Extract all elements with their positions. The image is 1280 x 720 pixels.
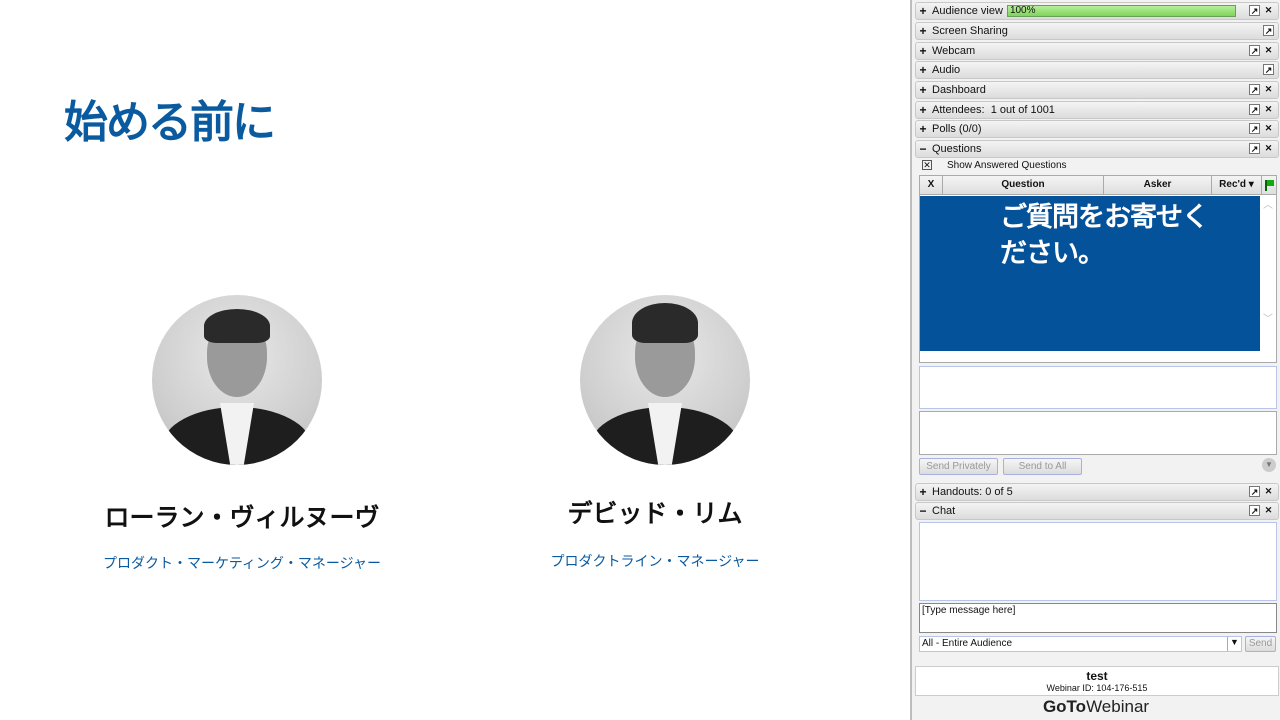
close-icon[interactable]: ✕ bbox=[1263, 104, 1274, 115]
section-polls[interactable]: + Polls (0/0) ↗ ✕ bbox=[915, 120, 1279, 138]
column-recd-label: Rec'd bbox=[1219, 179, 1247, 190]
section-chat[interactable]: − Chat ↗ ✕ bbox=[915, 502, 1279, 520]
webinar-id: Webinar ID: 104-176-515 bbox=[1046, 683, 1148, 693]
chat-send-button[interactable]: Send bbox=[1245, 636, 1276, 652]
close-icon[interactable]: ✕ bbox=[1263, 84, 1274, 95]
question-display-area bbox=[919, 366, 1277, 409]
popout-icon[interactable]: ↗ bbox=[1249, 505, 1260, 516]
section-questions[interactable]: − Questions ↗ ✕ bbox=[915, 140, 1279, 158]
webinar-name: test bbox=[1086, 669, 1108, 683]
section-audio[interactable]: + Audio ↗ bbox=[915, 61, 1279, 79]
chevron-down-icon[interactable]: ▼ bbox=[1227, 637, 1241, 651]
column-question[interactable]: Question bbox=[943, 176, 1104, 194]
speaker-name-2: デビッド・リム bbox=[567, 499, 743, 528]
send-privately-button[interactable]: Send Privately bbox=[919, 458, 998, 475]
section-label: Questions bbox=[932, 143, 982, 155]
logo-bold: GoTo bbox=[1042, 697, 1087, 716]
logo-light: Webinar bbox=[1086, 697, 1150, 716]
popout-icon[interactable]: ↗ bbox=[1249, 486, 1260, 497]
expand-icon[interactable]: + bbox=[918, 83, 928, 97]
answer-input[interactable] bbox=[919, 411, 1277, 455]
speaker-photo-1 bbox=[152, 295, 322, 465]
expand-icon[interactable]: + bbox=[918, 485, 928, 499]
speaker-role-1: プロダクト・マーケティング・マネージャー bbox=[103, 556, 381, 572]
section-attendees[interactable]: + Attendees: 1 out of 1001 ↗ ✕ bbox=[915, 101, 1279, 119]
close-icon[interactable]: ✕ bbox=[1263, 505, 1274, 516]
gotowebinar-control-panel: + Audience view 100% ↗ ✕ + Screen Sharing ↗ + W… bbox=[910, 0, 1280, 720]
audience-view-progress: 100% bbox=[1006, 5, 1236, 17]
expand-icon[interactable]: + bbox=[918, 4, 928, 18]
column-asker[interactable]: Asker bbox=[1104, 176, 1212, 194]
collapse-icon[interactable]: − bbox=[918, 504, 928, 518]
send-to-all-button[interactable]: Send to All bbox=[1003, 458, 1082, 475]
popout-icon[interactable]: ↗ bbox=[1249, 104, 1260, 115]
section-label: Webcam bbox=[932, 45, 976, 57]
popout-icon[interactable]: ↗ bbox=[1249, 45, 1260, 56]
section-dashboard[interactable]: + Dashboard ↗ ✕ bbox=[915, 81, 1279, 99]
column-x[interactable]: X bbox=[920, 176, 943, 194]
chat-recipient-select[interactable]: All - Entire Audience ▼ bbox=[919, 636, 1242, 652]
speaker-name-1: ローラン・ヴィルヌーヴ bbox=[104, 503, 380, 532]
expand-icon[interactable]: + bbox=[918, 103, 928, 117]
options-dropdown-icon[interactable]: ▼ bbox=[1262, 458, 1276, 472]
popout-icon[interactable]: ↗ bbox=[1249, 143, 1260, 154]
chat-log bbox=[919, 522, 1277, 601]
section-handouts[interactable]: + Handouts: 0 of 5 ↗ ✕ bbox=[915, 483, 1279, 501]
section-screen-sharing[interactable]: + Screen Sharing ↗ bbox=[915, 22, 1279, 40]
questions-overlay: ご質問をお寄せください。 bbox=[920, 196, 1260, 351]
popout-icon[interactable]: ↗ bbox=[1249, 123, 1260, 134]
show-answered-checkbox[interactable]: ✕ bbox=[922, 160, 932, 170]
section-label: Handouts: 0 of 5 bbox=[932, 486, 1013, 498]
expand-icon[interactable]: + bbox=[918, 24, 928, 38]
collapse-icon[interactable]: − bbox=[918, 142, 928, 156]
flag-icon[interactable] bbox=[1262, 176, 1276, 194]
webinar-info: test Webinar ID: 104-176-515 bbox=[915, 666, 1279, 696]
questions-table: X Question Asker Rec'd ▾ ご質問をお寄せください。 ︿ ﹀ bbox=[919, 175, 1277, 363]
recipient-value: All - Entire Audience bbox=[922, 638, 1013, 649]
close-icon[interactable]: ✕ bbox=[1263, 5, 1274, 16]
section-label: Audience view bbox=[932, 5, 1003, 17]
popout-icon[interactable]: ↗ bbox=[1249, 84, 1260, 95]
expand-icon[interactable]: + bbox=[918, 122, 928, 136]
close-icon[interactable]: ✕ bbox=[1263, 45, 1274, 56]
section-label: Chat bbox=[932, 505, 956, 517]
speaker-photo-2 bbox=[580, 295, 750, 465]
section-audience-view[interactable]: + Audience view 100% ↗ ✕ bbox=[915, 2, 1279, 20]
speaker-role-2: プロダクトライン・マネージャー bbox=[550, 554, 760, 570]
slide-title: 始める前に bbox=[64, 97, 276, 148]
expand-icon[interactable]: + bbox=[918, 44, 928, 58]
chat-message-input[interactable]: [Type message here] bbox=[919, 603, 1277, 633]
section-label: Audio bbox=[932, 64, 961, 76]
section-webcam[interactable]: + Webcam ↗ ✕ bbox=[915, 42, 1279, 60]
column-recd[interactable]: Rec'd ▾ bbox=[1212, 176, 1262, 194]
section-label: Polls (0/0) bbox=[932, 123, 982, 135]
expand-icon[interactable]: + bbox=[918, 63, 928, 77]
section-label: Dashboard bbox=[932, 84, 986, 96]
popout-icon[interactable]: ↗ bbox=[1263, 25, 1274, 36]
scrollbar[interactable]: ︿ ﹀ bbox=[1260, 196, 1276, 362]
section-label: Attendees: 1 out of 1001 bbox=[932, 104, 1055, 116]
presentation-slide: 始める前に ローラン・ヴィルヌーヴ プロダクト・マーケティング・マネージャー デ… bbox=[0, 0, 910, 720]
gotowebinar-logo: GoToWebinar bbox=[912, 697, 1280, 717]
show-answered-label: Show Answered Questions bbox=[947, 160, 1067, 171]
popout-icon[interactable]: ↗ bbox=[1263, 64, 1274, 75]
close-icon[interactable]: ✕ bbox=[1263, 486, 1274, 497]
popout-icon[interactable]: ↗ bbox=[1249, 5, 1260, 16]
close-icon[interactable]: ✕ bbox=[1263, 123, 1274, 134]
section-label: Screen Sharing bbox=[932, 25, 1008, 37]
close-icon[interactable]: ✕ bbox=[1263, 143, 1274, 154]
